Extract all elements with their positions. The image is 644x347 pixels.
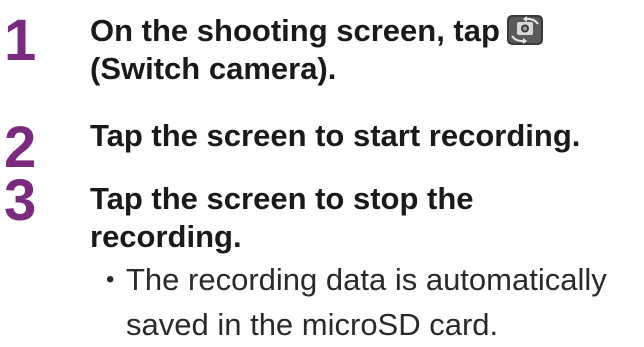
note-text-line: saved in the microSD card. [126, 307, 499, 342]
step-instruction-line: recording. [90, 219, 242, 254]
switch-camera-icon [506, 14, 544, 46]
step-instruction: Tap the screen to stop the recording. [90, 180, 640, 256]
step-instruction-line: On the shooting screen, tap [90, 12, 640, 50]
step-instruction-line: Tap the screen to stop the [90, 181, 474, 216]
bullet-marker: • [106, 266, 115, 293]
step-instruction: On the shooting screen, tap (Switch came… [90, 12, 640, 88]
step-instruction: Tap the screen to start recording. [90, 117, 640, 155]
step-number: 1 [4, 8, 37, 73]
note-text: The recording data is automatically save… [126, 257, 607, 347]
step-instruction-line: (Switch camera). [90, 51, 337, 86]
note-text-line: The recording data is automatically [126, 262, 607, 297]
note: • The recording data is automatically sa… [106, 257, 636, 347]
step-instruction-text: On the shooting screen, tap [90, 13, 500, 48]
step-instruction-line: Tap the screen to start recording. [90, 118, 581, 153]
step-number: 3 [4, 168, 37, 233]
